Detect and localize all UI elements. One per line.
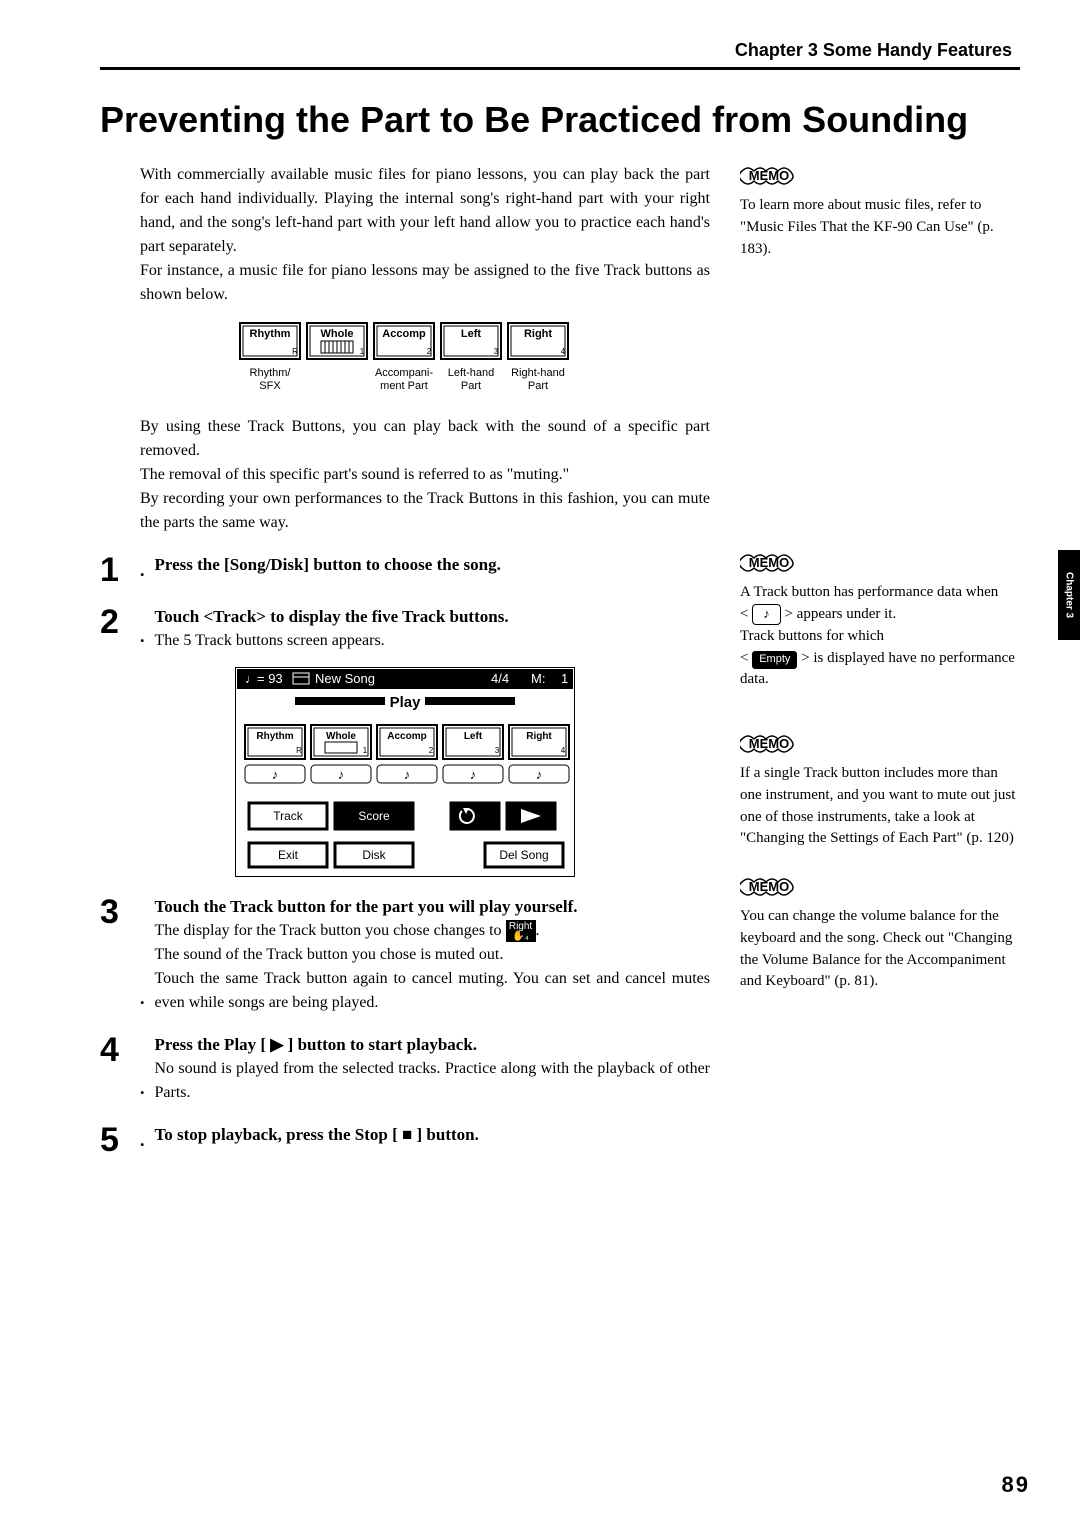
memo-3-text: If a single Track button includes more t…	[740, 763, 1020, 850]
empty-pill-icon: Empty	[752, 651, 797, 669]
svg-text:Part: Part	[461, 380, 481, 392]
header-rule	[100, 67, 1020, 70]
step-3-sub-2: The sound of the Track button you chose …	[155, 943, 711, 967]
svg-text:MEMO: MEMO	[749, 879, 789, 894]
memo-icon: MEMO	[740, 731, 798, 757]
step-number-2: 2	[100, 605, 140, 639]
right-button-icon: Right✋₄	[506, 920, 536, 942]
svg-text:1: 1	[360, 347, 365, 356]
svg-text:Part: Part	[528, 380, 548, 392]
svg-text:4: 4	[561, 746, 566, 755]
paragraph-after-fig-2: The removal of this specific part's soun…	[140, 463, 710, 487]
step-2-sub: The 5 Track buttons screen appears.	[155, 629, 711, 653]
svg-text:M:: M:	[531, 671, 545, 686]
svg-text:Disk: Disk	[362, 848, 386, 862]
memo-4: MEMO You can change the volume balance f…	[740, 874, 1020, 993]
svg-text:2: 2	[429, 746, 434, 755]
svg-text:MEMO: MEMO	[749, 168, 789, 183]
step-4-heading: Press the Play [ ▶ ] button to start pla…	[155, 1033, 711, 1057]
svg-text:1: 1	[363, 746, 368, 755]
svg-text:Exit: Exit	[278, 848, 299, 862]
svg-text:Left: Left	[461, 328, 482, 340]
svg-text:Whole: Whole	[326, 731, 356, 742]
svg-text:2: 2	[427, 347, 432, 356]
svg-text:ment Part: ment Part	[380, 380, 428, 392]
intro-paragraph-1: With commercially available music files …	[140, 163, 710, 259]
svg-text:Track: Track	[273, 809, 304, 823]
svg-text:♪: ♪	[470, 767, 477, 782]
step-number-3: 3	[100, 895, 140, 929]
memo-1: MEMO To learn more about music files, re…	[740, 163, 1020, 260]
svg-text:New Song: New Song	[315, 671, 375, 686]
memo-icon: MEMO	[740, 550, 798, 576]
svg-text:Accompani-: Accompani-	[375, 367, 433, 379]
svg-text:Rhythm: Rhythm	[256, 731, 293, 742]
page-number: 89	[1002, 1472, 1030, 1498]
step-4-sub: No sound is played from the selected tra…	[155, 1057, 711, 1105]
paragraph-after-fig-3: By recording your own performances to th…	[140, 487, 710, 535]
note-pill-icon: ♪	[752, 604, 781, 625]
svg-text:♪: ♪	[536, 767, 543, 782]
svg-text:♪: ♪	[404, 767, 411, 782]
svg-text:Rhythm/: Rhythm/	[250, 367, 292, 379]
step-3-heading: Touch the Track button for the part you …	[155, 895, 711, 919]
svg-text:Rhythm: Rhythm	[250, 328, 291, 340]
svg-text:Accomp: Accomp	[387, 731, 426, 742]
memo-4-text: You can change the volume balance for th…	[740, 906, 1020, 993]
svg-text:SFX: SFX	[259, 380, 281, 392]
svg-text:R: R	[296, 746, 302, 755]
step-number-5: 5	[100, 1123, 140, 1157]
svg-text:Del Song: Del Song	[499, 848, 548, 862]
svg-text:MEMO: MEMO	[749, 555, 789, 570]
memo-2: MEMO A Track button has performance data…	[740, 550, 1020, 691]
svg-text:= 93: = 93	[257, 671, 283, 686]
page-title: Preventing the Part to Be Practiced from…	[100, 98, 1020, 141]
svg-text:Whole: Whole	[321, 328, 354, 340]
svg-text:Right: Right	[524, 328, 552, 340]
step-number-1: 1	[100, 553, 140, 587]
svg-text:Right-hand: Right-hand	[511, 367, 565, 379]
paragraph-after-fig-1: By using these Track Buttons, you can pl…	[140, 415, 710, 463]
svg-text:4: 4	[561, 347, 566, 356]
svg-text:Right: Right	[526, 731, 552, 742]
svg-text:Accomp: Accomp	[382, 328, 426, 340]
svg-text:Score: Score	[358, 809, 390, 823]
step-3-sub-1: The display for the Track button you cho…	[155, 919, 711, 943]
track-buttons-figure: Rhythm R Whole 1 Accomp	[235, 321, 575, 401]
memo-icon: MEMO	[740, 163, 798, 189]
svg-text:Left-hand: Left-hand	[448, 367, 494, 379]
svg-text:R: R	[292, 347, 298, 356]
memo-icon: MEMO	[740, 874, 798, 900]
step-1-heading: Press the [Song/Disk] button to choose t…	[155, 553, 711, 577]
svg-text:Play: Play	[390, 694, 422, 711]
side-tab: Chapter 3	[1058, 550, 1080, 640]
svg-text:MEMO: MEMO	[749, 736, 789, 751]
chapter-header: Chapter 3 Some Handy Features	[100, 40, 1020, 61]
memo-3: MEMO If a single Track button includes m…	[740, 731, 1020, 850]
svg-text:3: 3	[494, 347, 499, 356]
svg-text:1: 1	[561, 671, 568, 686]
step-number-4: 4	[100, 1033, 140, 1067]
step-5-heading: To stop playback, press the Stop [ ■ ] b…	[155, 1123, 711, 1147]
intro-paragraph-2: For instance, a music file for piano les…	[140, 259, 710, 307]
svg-text:♪: ♪	[272, 767, 279, 782]
step-3-sub-3: Touch the same Track button again to can…	[155, 967, 711, 1015]
svg-text:♪: ♪	[338, 767, 345, 782]
svg-text:4/4: 4/4	[491, 671, 509, 686]
svg-text:Left: Left	[464, 731, 483, 742]
memo-2-text: A Track button has performance data when…	[740, 582, 1020, 691]
memo-1-text: To learn more about music files, refer t…	[740, 195, 1020, 260]
step-2-heading: Touch <Track> to display the five Track …	[155, 605, 711, 629]
screen-figure: ♩ = 93 New Song 4/4 M: 1 Play	[235, 667, 575, 877]
svg-text:3: 3	[495, 746, 500, 755]
